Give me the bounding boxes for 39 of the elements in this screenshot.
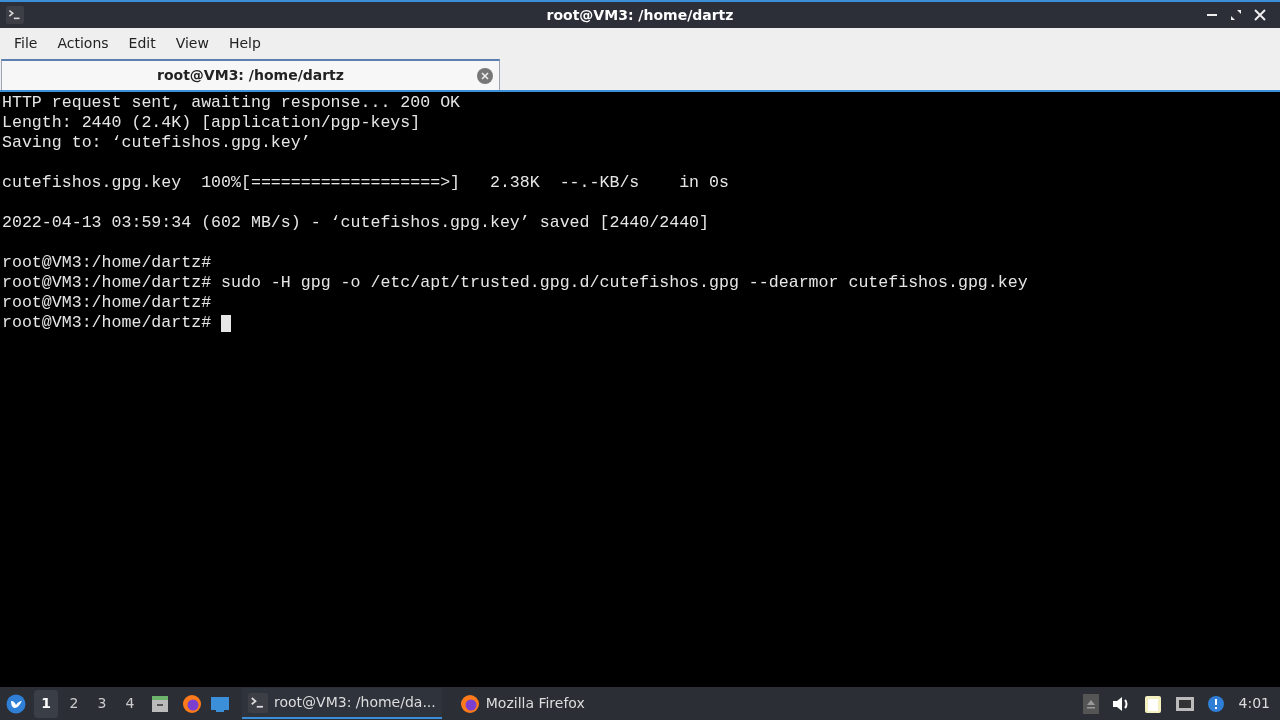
menu-item[interactable]: File bbox=[4, 32, 48, 54]
menu-item[interactable]: Edit bbox=[118, 32, 166, 54]
firefox-icon[interactable] bbox=[459, 693, 480, 714]
file-cabinet-icon[interactable] bbox=[150, 693, 170, 714]
taskbar-task[interactable]: root@VM3: /home/da... bbox=[242, 688, 442, 719]
task-label: root@VM3: /home/da... bbox=[274, 693, 436, 712]
menu-item[interactable]: Help bbox=[218, 32, 271, 54]
terminal-line: root@VM3:/home/dartz# bbox=[2, 293, 212, 313]
workspace-button[interactable]: 3 bbox=[90, 689, 114, 718]
info-icon[interactable] bbox=[1206, 693, 1227, 714]
eject-icon[interactable] bbox=[1082, 693, 1099, 714]
terminal-icon bbox=[6, 6, 24, 24]
clock[interactable]: 4:01 bbox=[1238, 693, 1270, 714]
menu-item[interactable]: View bbox=[165, 32, 219, 54]
terminal-icon bbox=[248, 692, 268, 713]
taskbar-task[interactable]: Mozilla Firefox bbox=[453, 688, 591, 719]
close-icon[interactable] bbox=[1254, 9, 1266, 21]
terminal-tab[interactable]: root@VM3: /home/dartz bbox=[1, 59, 500, 90]
bird-logo-icon[interactable] bbox=[6, 693, 26, 714]
terminal-line: Saving to: ‘cutefishos.gpg.key’ bbox=[2, 133, 311, 153]
workspace-button[interactable]: 2 bbox=[62, 689, 86, 718]
tab-label: root@VM3: /home/dartz bbox=[157, 66, 344, 85]
cursor bbox=[221, 314, 232, 332]
terminal-line: root@VM3:/home/dartz# bbox=[2, 313, 213, 333]
menu-item[interactable]: Actions bbox=[47, 32, 119, 54]
maximize-icon[interactable] bbox=[1230, 9, 1242, 21]
terminal-line: HTTP request sent, awaiting response... 200 OK bbox=[2, 93, 461, 113]
terminal-line: root@VM3:/home/dartz# sudo -H gpg -o /etc/apt/trusted.gpg.d/cutefishos.gpg --dearmor cutefishos.gpg.key bbox=[2, 273, 1028, 293]
task-label: Mozilla Firefox bbox=[485, 694, 585, 713]
terminal-line: root@VM3:/home/dartz# bbox=[2, 253, 212, 273]
firefox-icon[interactable] bbox=[182, 693, 202, 714]
workspace-button[interactable]: 4 bbox=[118, 689, 142, 718]
terminal-line: cutefishos.gpg.key 100%[===================>] 2.38K --.-KB/s in 0s bbox=[2, 173, 729, 193]
workspace-button[interactable]: 1 bbox=[34, 689, 58, 718]
window-title: root@VM3: /home/dartz bbox=[546, 5, 734, 25]
terminal-line: 2022-04-13 03:59:34 (602 MB/s) - ‘cutefishos.gpg.key’ saved [2440/2440] bbox=[2, 213, 709, 233]
close-tab-icon[interactable] bbox=[477, 67, 493, 84]
terminal-line: Length: 2440 (2.4K) [application/pgp-keys] bbox=[2, 113, 421, 133]
notepad-icon[interactable] bbox=[1142, 693, 1163, 714]
